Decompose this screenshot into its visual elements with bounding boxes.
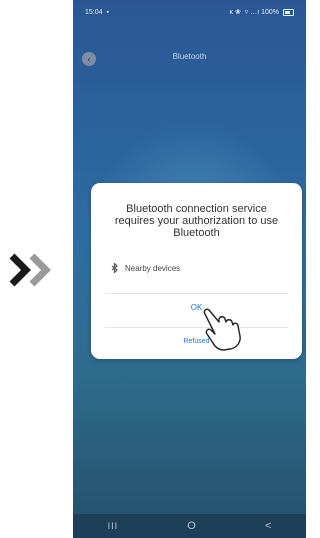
notification-icon: ▪ bbox=[106, 8, 110, 16]
permission-label: Nearby devices bbox=[125, 263, 181, 273]
page-title: Bluetooth bbox=[172, 52, 207, 61]
divider bbox=[105, 293, 288, 294]
nav-back-button[interactable]: < bbox=[265, 520, 271, 532]
tap-hand-icon bbox=[203, 308, 241, 351]
status-time: 15:04 bbox=[85, 8, 103, 16]
navigation-bar: III O < bbox=[73, 514, 306, 538]
battery-icon bbox=[283, 8, 294, 16]
status-indicators: ĸ ❀ ▿ …ı 100% bbox=[229, 9, 279, 16]
home-button[interactable]: O bbox=[187, 520, 196, 532]
phone-screen: 15:04 ▪ ĸ ❀ ▿ …ı 100% ‹ Bluetooth Blueto… bbox=[73, 0, 306, 538]
bluetooth-icon bbox=[111, 263, 118, 273]
status-bar: 15:04 ▪ ĸ ❀ ▿ …ı 100% bbox=[73, 0, 306, 24]
double-chevron-right-icon bbox=[9, 253, 51, 287]
recents-button[interactable]: III bbox=[108, 521, 119, 531]
dialog-title: Bluetooth connection service requires yo… bbox=[114, 203, 279, 239]
permission-row: Nearby devices bbox=[111, 263, 180, 273]
